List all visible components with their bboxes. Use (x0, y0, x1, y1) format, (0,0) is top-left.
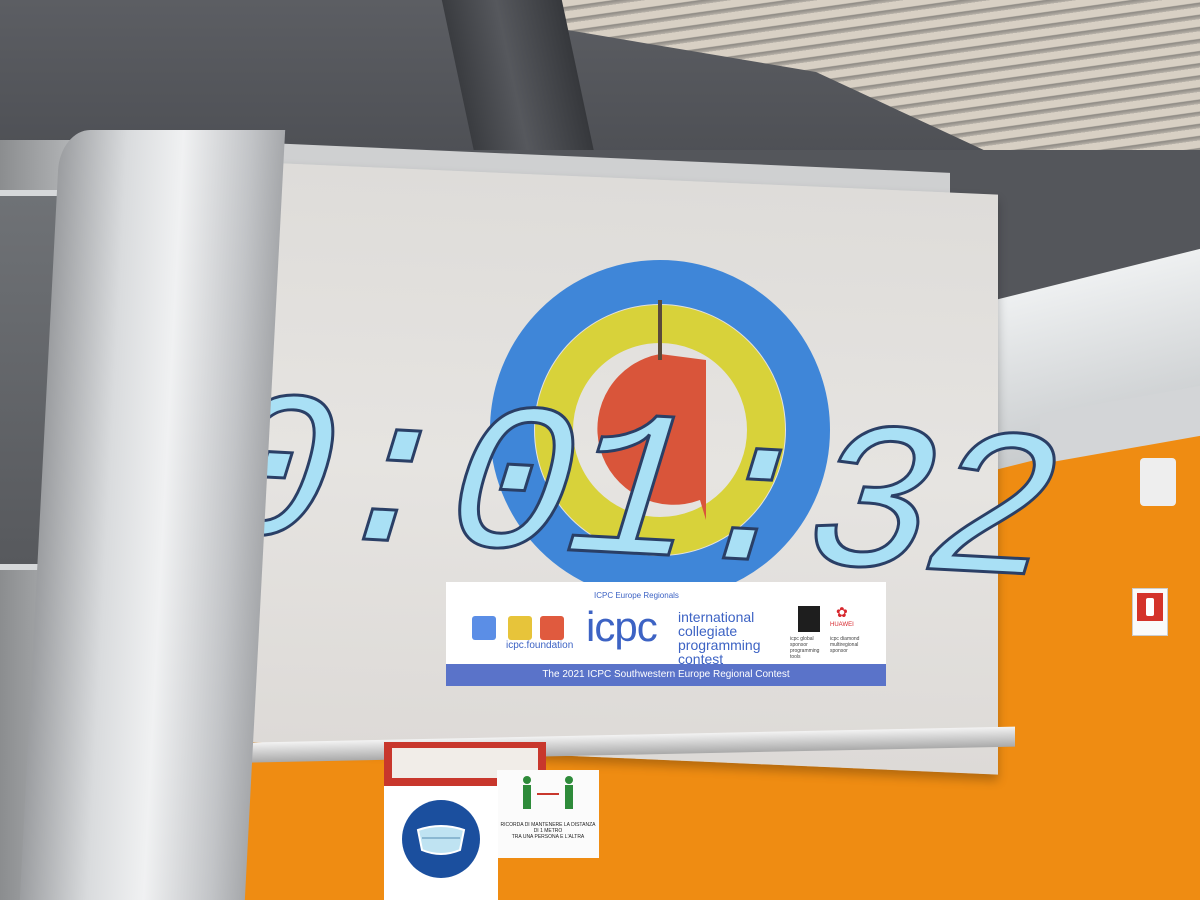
huawei-label: HUAWEI (830, 622, 854, 628)
icpc-logo-banner: icpc.foundation ICPC Europe Regionals ic… (446, 582, 886, 686)
mask-circle (402, 800, 480, 878)
face-mask-icon (416, 825, 466, 855)
sponsor-two-label: icpc diamond multiregional sponsor (830, 636, 860, 654)
balloon-icon (540, 616, 564, 640)
banner-footer: The 2021 ICPC Southwestern Europe Region… (446, 664, 886, 686)
support-pillar (19, 130, 286, 900)
distance-text-3: TRA UNA PERSONA E L'ALTRA (511, 834, 585, 840)
huawei-flower-icon: ✿ (836, 604, 848, 620)
lightbulb-icon (508, 616, 532, 640)
icpc-wordmark: icpc (586, 603, 658, 650)
foundation-label: icpc.foundation (506, 640, 574, 651)
distance-sign: RICORDA DI MANTENERE LA DISTANZA DI 1 ME… (497, 770, 599, 858)
cloud-icon (472, 616, 496, 640)
banner-caption: ICPC Europe Regionals (594, 591, 679, 600)
jetbrains-logo (798, 606, 820, 632)
icpc-subtitle: international collegiate programming con… (678, 609, 761, 667)
sponsor-one-label: icpc global sponsor programming tools (790, 636, 820, 660)
mask-sign (384, 786, 498, 900)
social-distance-icon (523, 776, 573, 809)
